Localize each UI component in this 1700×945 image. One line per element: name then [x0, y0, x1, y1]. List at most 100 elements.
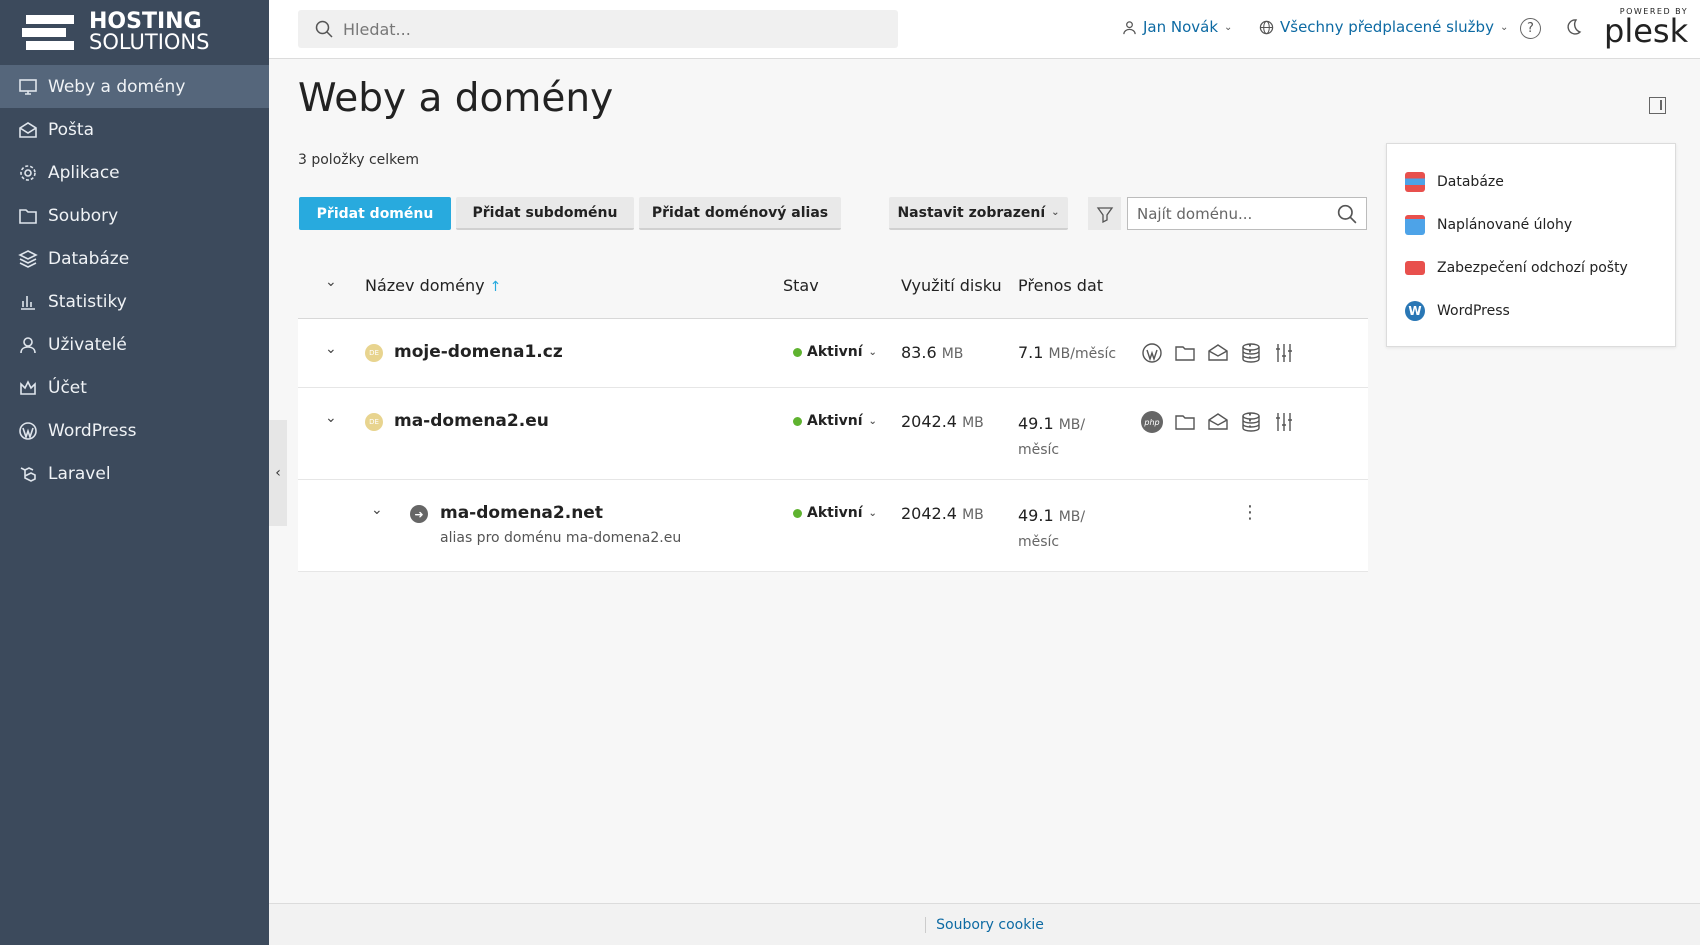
mail-icon[interactable] [1207, 411, 1229, 433]
global-search[interactable] [298, 10, 898, 48]
domain-name-link[interactable]: moje-domena1.cz [394, 342, 563, 362]
sidebar-item-account[interactable]: Účet [0, 366, 269, 409]
side-panel-label: Naplánované úlohy [1437, 216, 1573, 233]
plesk-wordmark: plesk [1604, 12, 1689, 50]
envelope-icon [1405, 260, 1425, 275]
moon-icon[interactable] [1563, 17, 1583, 37]
row-actions: php [1141, 411, 1295, 433]
column-name-label: Název domény [365, 276, 485, 295]
settings-sliders-icon[interactable] [1273, 411, 1295, 433]
sidebar-item-mail[interactable]: Pošta [0, 108, 269, 151]
domain-name-link[interactable]: ma-domena2.net [440, 503, 603, 523]
database-icon [1405, 171, 1425, 192]
cookies-link[interactable]: Soubory cookie [925, 916, 1044, 933]
view-settings-button[interactable]: Nastavit zobrazení ⌄ [889, 197, 1068, 230]
side-panel-label: WordPress [1437, 302, 1510, 319]
status-dropdown[interactable]: Aktivní ⌄ [793, 505, 877, 521]
more-icon[interactable]: ⋮ [1241, 343, 1259, 361]
sidebar-item-label: WordPress [48, 420, 137, 441]
mail-icon[interactable] [1207, 342, 1229, 364]
subscriptions-label: Všechny předplacené služby [1280, 18, 1494, 36]
sidebar-item-websites[interactable]: Weby a domény [0, 65, 269, 108]
disk-usage: 83.6 MB [901, 343, 963, 362]
sidebar-item-statistics[interactable]: Statistiky [0, 280, 269, 323]
folder-icon[interactable] [1174, 342, 1196, 364]
view-settings-label: Nastavit zobrazení [897, 204, 1046, 221]
wordpress-icon [18, 421, 38, 441]
sidebar-item-label: Uživatelé [48, 334, 127, 355]
side-panel-item-outgoing-mail[interactable]: Zabezpečení odchozí pošty [1387, 246, 1675, 289]
topbar: Jan Novák ⌄ Všechny předplacené služby ⌄… [269, 0, 1700, 59]
add-alias-button[interactable]: Přidat doménový alias [639, 197, 841, 230]
wordpress-icon[interactable] [1141, 342, 1163, 364]
user-name: Jan Novák [1143, 18, 1219, 36]
column-name[interactable]: Název domény ↑ [365, 276, 501, 295]
sidebar-item-label: Laravel [48, 463, 111, 484]
add-domain-button[interactable]: Přidat doménu [299, 197, 451, 230]
settings-sliders-icon[interactable] [1273, 342, 1295, 364]
traffic-unit: MB/měsíc [1048, 346, 1117, 362]
chevron-down-icon[interactable]: ⌄ [325, 410, 337, 426]
sidebar-collapse-handle[interactable]: ‹ [269, 420, 287, 526]
column-traffic: Přenos dat [1018, 276, 1104, 295]
side-panel-item-databases[interactable]: Databáze [1387, 160, 1675, 203]
traffic-value: 7.1 [1018, 343, 1044, 362]
traffic-value: 49.1 [1018, 414, 1054, 433]
domains-table: ⌄ Název domény ↑ Stav Využití disku Přen… [298, 258, 1368, 572]
disk-value: 2042.4 [901, 504, 957, 523]
sidebar-item-label: Databáze [48, 248, 130, 269]
status-label: Aktivní [807, 505, 863, 521]
chevron-down-icon: ⌄ [868, 415, 877, 427]
chevron-down-icon: ⌄ [1499, 21, 1509, 33]
alias-arrow-icon: ➜ [410, 505, 428, 523]
help-icon[interactable]: ? [1520, 18, 1541, 39]
php-icon[interactable]: php [1141, 411, 1163, 433]
folder-icon[interactable] [1174, 411, 1196, 433]
user-menu[interactable]: Jan Novák ⌄ [1122, 18, 1232, 36]
sidebar-item-databases[interactable]: Databáze [0, 237, 269, 280]
sidebar-item-users[interactable]: Uživatelé [0, 323, 269, 366]
find-domain-input[interactable] [1137, 204, 1337, 223]
row-actions [1141, 342, 1295, 364]
logo-text: HOSTING SOLUTIONS [89, 11, 209, 53]
calendar-icon [1405, 214, 1425, 235]
status-label: Aktivní [807, 344, 863, 360]
mail-icon [18, 120, 38, 140]
side-panel-label: Zabezpečení odchozí pošty [1437, 259, 1628, 276]
status-dot [793, 347, 802, 357]
status-dropdown[interactable]: Aktivní ⌄ [793, 413, 877, 429]
side-panel-item-wordpress[interactable]: W WordPress [1387, 289, 1675, 332]
subscriptions-menu[interactable]: Všechny předplacené služby ⌄ [1259, 18, 1508, 36]
filter-button[interactable] [1088, 197, 1121, 230]
chevron-down-icon: ⌄ [1224, 21, 1233, 33]
sidebar-item-laravel[interactable]: Laravel [0, 452, 269, 495]
expand-all-icon[interactable]: ⌄ [325, 274, 337, 290]
brand-logo[interactable]: HOSTING SOLUTIONS [0, 0, 269, 65]
more-icon[interactable]: ⋮ [1241, 412, 1259, 430]
laravel-icon [18, 464, 38, 484]
chevron-down-icon: ⌄ [868, 346, 877, 358]
sidebar-item-files[interactable]: Soubory [0, 194, 269, 237]
table-header: ⌄ Název domény ↑ Stav Využití disku Přen… [298, 258, 1368, 319]
sidebar-item-applications[interactable]: Aplikace [0, 151, 269, 194]
layers-icon [18, 249, 38, 269]
crown-icon [18, 378, 38, 398]
sidebar-item-wordpress[interactable]: WordPress [0, 409, 269, 452]
user-icon [1123, 20, 1136, 34]
more-icon[interactable]: ⋮ [1241, 504, 1259, 522]
status-dropdown[interactable]: Aktivní ⌄ [793, 344, 877, 360]
traffic-unit-period: měsíc [1018, 442, 1060, 458]
add-subdomain-button[interactable]: Přidat subdoménu [456, 197, 634, 230]
search-icon[interactable] [1337, 204, 1357, 224]
chevron-left-icon: ‹ [275, 465, 281, 481]
filter-icon [1096, 206, 1113, 223]
side-panel-toggle-icon[interactable] [1649, 97, 1666, 114]
side-panel-item-scheduled-tasks[interactable]: Naplánované úlohy [1387, 203, 1675, 246]
traffic-unit: MB/ [1058, 509, 1086, 525]
find-domain-field[interactable] [1127, 197, 1367, 230]
plesk-logo: POWERED BY plesk [1604, 7, 1689, 50]
chevron-down-icon[interactable]: ⌄ [325, 341, 337, 357]
chevron-down-icon[interactable]: ⌄ [371, 502, 383, 518]
search-input[interactable] [343, 19, 863, 39]
domain-name-link[interactable]: ma-domena2.eu [394, 411, 549, 431]
